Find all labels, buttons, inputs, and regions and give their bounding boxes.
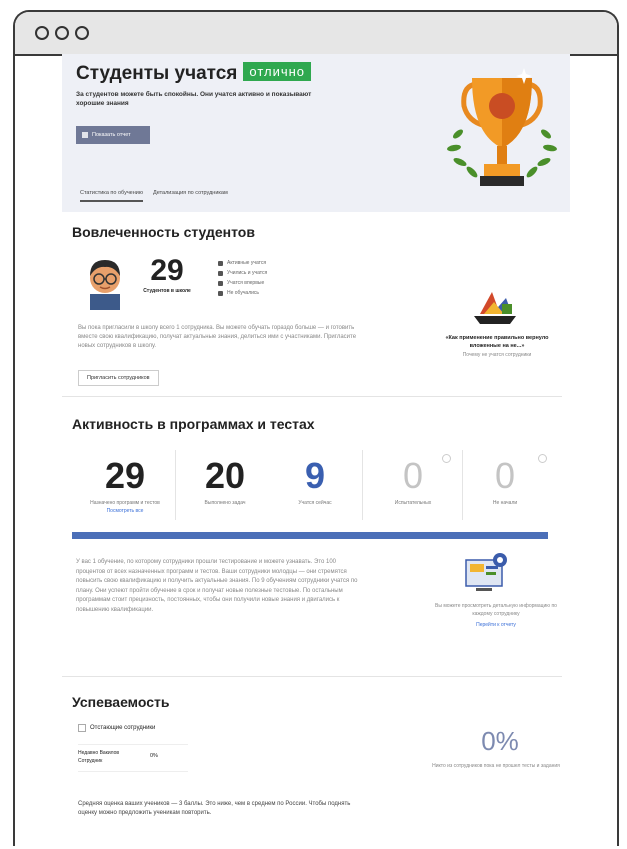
page-title: Студенты учатся отлично bbox=[76, 62, 312, 85]
tab-details[interactable]: Детализация по сотрудникам bbox=[153, 190, 228, 202]
activity-text: У вас 1 обучение, по которому сотрудники… bbox=[76, 559, 358, 613]
report-link[interactable]: Перейти к отчету bbox=[434, 622, 558, 628]
legend-item: Активные учатся bbox=[218, 260, 267, 266]
show-report-button[interactable]: Показать отчет bbox=[76, 126, 150, 144]
legend-marker-icon bbox=[218, 260, 223, 266]
invite-button[interactable]: Пригласить сотрудников bbox=[78, 370, 159, 386]
kpi-label: Назначено программ и тестов bbox=[90, 500, 160, 506]
info-icon[interactable] bbox=[442, 454, 451, 463]
legend-item: Учатся впервые bbox=[218, 280, 267, 286]
promo-title[interactable]: «Как применение правильно вернуло вложен… bbox=[434, 334, 560, 350]
employee-score: 0% bbox=[150, 753, 158, 759]
book-illustration-icon bbox=[474, 292, 516, 324]
divider bbox=[362, 450, 363, 520]
kpi-label: Выполнено задач bbox=[204, 500, 246, 506]
progress-bar bbox=[72, 532, 548, 539]
window-close-icon[interactable] bbox=[35, 26, 49, 40]
performance-title: Успеваемость bbox=[72, 694, 170, 710]
hero-tabs: Статистика по обучению Детализация по со… bbox=[80, 190, 228, 202]
performance-section: Успеваемость bbox=[62, 694, 570, 710]
employee-name: Недавно Вакилов Сотрудник bbox=[78, 750, 120, 764]
engagement-text: Вы пока пригласили в школу всего 1 сотру… bbox=[78, 325, 357, 349]
tab-statistics[interactable]: Статистика по обучению bbox=[80, 190, 143, 202]
checkbox-icon[interactable] bbox=[78, 724, 86, 732]
kpi-value: 29 bbox=[104, 455, 146, 496]
average-score-label: Никто из сотрудников пока не прошел тест… bbox=[432, 763, 560, 769]
window-minimize-icon[interactable] bbox=[55, 26, 69, 40]
activity-section: Активность в программах и тестах bbox=[62, 416, 570, 432]
legend-item: Учились и учатся bbox=[218, 270, 267, 276]
activity-title: Активность в программах и тестах bbox=[72, 416, 315, 432]
kpi-learning: 9 Учатся сейчас bbox=[270, 455, 360, 507]
legend-label: Учились и учатся bbox=[227, 270, 268, 276]
trophy-icon bbox=[447, 68, 557, 186]
student-count: 29 Студентов в школе bbox=[142, 254, 192, 294]
kpi-value: 9 bbox=[304, 455, 326, 496]
status-badge: отлично bbox=[243, 62, 312, 81]
performance-footer: Средняя оценка ваших учеников — 3 баллы.… bbox=[78, 801, 351, 816]
divider bbox=[62, 676, 562, 677]
kpi-label: Учатся сейчас bbox=[298, 500, 332, 506]
legend-item: Не обучались bbox=[218, 290, 267, 296]
student-count-value: 29 bbox=[150, 254, 184, 287]
legend-marker-icon bbox=[218, 270, 223, 276]
divider bbox=[175, 450, 176, 520]
report-illustration-icon bbox=[465, 553, 507, 591]
divider bbox=[62, 396, 562, 397]
lagging-filter[interactable]: Отстающие сотрудники bbox=[78, 724, 155, 732]
hero-subtitle: За студентов можете быть спокойны. Они у… bbox=[76, 91, 312, 107]
kpi-trial: 0 Испытательных bbox=[368, 456, 458, 507]
lagging-filter-label: Отстающие сотрудники bbox=[90, 725, 156, 731]
legend-label: Не обучались bbox=[227, 290, 260, 296]
student-count-label: Студентов в школе bbox=[143, 288, 191, 294]
kpi-label: Не начали bbox=[492, 500, 518, 506]
kpi-link[interactable]: Посмотреть все bbox=[80, 508, 170, 514]
table-row[interactable]: Недавно Вакилов Сотрудник 0% bbox=[78, 744, 188, 772]
info-icon[interactable] bbox=[538, 454, 547, 463]
legend-label: Активные учатся bbox=[227, 260, 267, 266]
kpi-label: Испытательных bbox=[394, 500, 432, 506]
window-maximize-icon[interactable] bbox=[75, 26, 89, 40]
engagement-legend: Активные учатся Учились и учатся Учатся … bbox=[218, 260, 267, 300]
kpi-not-started: 0 Не начали bbox=[460, 455, 550, 507]
engagement-section: Вовлеченность студентов bbox=[62, 224, 570, 240]
page-title-text: Студенты учатся bbox=[76, 63, 238, 84]
legend-label: Учатся впервые bbox=[227, 280, 265, 286]
kpi-value: 20 bbox=[204, 455, 246, 496]
kpi-value: 0 bbox=[494, 455, 516, 496]
invite-button-wrap: Пригласить сотрудников bbox=[78, 366, 159, 386]
hero-banner: Студенты учатся отлично За студентов може… bbox=[62, 54, 570, 212]
report-page: Студенты учатся отлично За студентов може… bbox=[50, 46, 570, 836]
average-score: 0% bbox=[481, 726, 519, 756]
promo-subtitle: Почему не учатся сотрудники bbox=[462, 352, 532, 358]
engagement-title: Вовлеченность студентов bbox=[72, 224, 255, 240]
kpi-completed: 20 Выполнено задач bbox=[180, 455, 270, 507]
student-avatar bbox=[90, 260, 120, 310]
legend-marker-icon bbox=[218, 280, 223, 286]
legend-marker-icon bbox=[218, 290, 223, 296]
report-promo-text: Вы можете просмотреть детальную информац… bbox=[435, 603, 557, 617]
kpi-assigned: 29 Назначено программ и тестов Посмотрет… bbox=[80, 455, 170, 515]
